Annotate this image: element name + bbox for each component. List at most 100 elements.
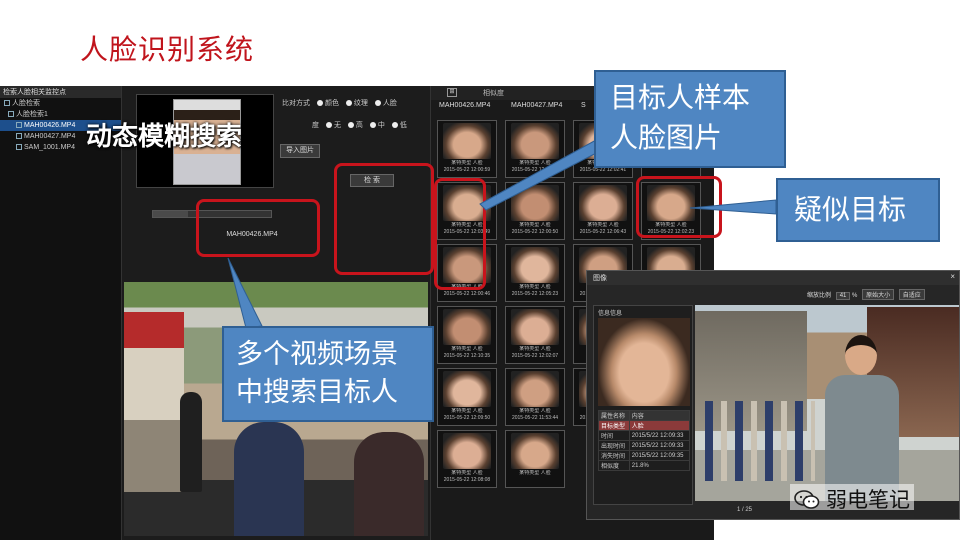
- actual-size-button[interactable]: 原始大小: [862, 289, 895, 300]
- attribute-table: 属性名称 内容 目标类型 人脸 时间 2015/5/22 12:09:33 出现…: [598, 410, 691, 471]
- level-options: 度 无 高 中 低: [312, 120, 407, 130]
- target-person-body: [825, 375, 899, 501]
- thumbnail-face-image: [579, 185, 627, 221]
- thumbnail-timestamp: 2015-05-22 11:53:44: [511, 415, 559, 421]
- checkbox-icon[interactable]: [16, 133, 22, 140]
- wechat-icon: [794, 490, 820, 509]
- import-image-button[interactable]: 导入图片: [280, 144, 320, 158]
- face-thumbnail[interactable]: 某特类型 人脸 2015-05-22 12:08:08: [437, 430, 497, 488]
- thumbnail-timestamp: 2015-05-22 12:00:50: [511, 229, 559, 235]
- watermark: 弱电笔记: [790, 484, 914, 512]
- checkbox-icon[interactable]: [16, 144, 22, 151]
- grid-icon[interactable]: ⊞: [447, 88, 457, 97]
- thumbnail-face-image: [511, 185, 559, 221]
- thumbnail-caption: 某特类型 人脸: [506, 470, 564, 477]
- thumbnail-type-label: 某特类型 人脸: [519, 284, 551, 290]
- callout-target-sample: 目标人样本 人脸图片: [594, 70, 786, 168]
- tree-item-label: 人脸检索: [12, 100, 40, 107]
- tree-item-label: 人脸检索1: [16, 111, 48, 118]
- compare-option-face[interactable]: 人脸: [383, 100, 397, 107]
- highlight-thumbnail-column: [434, 178, 486, 290]
- face-thumbnail[interactable]: 某特类型 人脸 2015-05-22 12:01:25: [505, 120, 565, 178]
- table-cell: 出现时间: [598, 440, 630, 451]
- table-cell: 目标类型: [598, 420, 630, 431]
- thumbnail-face-image: [511, 309, 559, 345]
- tab-video-1[interactable]: MAH00426.MP4: [439, 102, 490, 109]
- callout-multi-video: 多个视频场景 中搜索目标人: [222, 326, 434, 422]
- table-cell: 2015/5/22 12:09:35: [628, 450, 691, 461]
- close-icon[interactable]: ×: [950, 272, 955, 281]
- tree-item-face-search[interactable]: 人脸检索: [0, 98, 121, 109]
- image-viewer-window: 图像 × 缩放比例 41 % 原始大小 自适应 信息信息 属性名称 内容 目标类…: [586, 270, 960, 520]
- face-thumbnail[interactable]: 某特类型 人脸 2015-05-22 12:02:07: [505, 306, 565, 364]
- level-option-low[interactable]: 低: [400, 122, 407, 129]
- level-option-high[interactable]: 高: [356, 122, 363, 129]
- checkbox-icon[interactable]: [16, 122, 22, 129]
- radio-icon[interactable]: [369, 122, 376, 129]
- thumbnail-timestamp: 2015-05-22 12:08:08: [443, 477, 491, 483]
- face-thumbnail[interactable]: 某特类型 人脸 2015-05-22 12:00:59: [437, 120, 497, 178]
- radio-icon[interactable]: [345, 100, 352, 107]
- thumbnail-type-label: 某特类型 人脸: [451, 470, 483, 476]
- popup-video-frame[interactable]: [695, 305, 959, 501]
- table-row: 目标类型 人脸: [598, 420, 691, 431]
- video-street-building: [124, 312, 184, 492]
- tab-video-3[interactable]: S: [581, 102, 586, 109]
- radio-icon[interactable]: [325, 122, 332, 129]
- compare-options: 比对方式 颜色 纹理 人脸: [282, 98, 397, 108]
- face-thumbnail[interactable]: 某特类型 人脸 2015-05-22 12:06:43: [573, 182, 633, 240]
- radio-icon[interactable]: [374, 100, 381, 107]
- thumbnail-type-label: 某特类型 人脸: [519, 408, 551, 414]
- tab-video-2[interactable]: MAH00427.MP4: [511, 102, 562, 109]
- checkbox-icon[interactable]: [4, 100, 10, 107]
- radio-icon[interactable]: [391, 122, 398, 129]
- thumbnail-caption: 某特类型 人脸 2015-05-22 12:02:07: [506, 346, 564, 360]
- face-thumbnail[interactable]: 某特类型 人脸 2015-05-22 11:53:44: [505, 368, 565, 426]
- face-thumbnail[interactable]: 某特类型 人脸: [505, 430, 565, 488]
- popup-title: 图像: [593, 275, 607, 282]
- face-thumbnail[interactable]: 某特类型 人脸 2015-05-22 12:09:50: [437, 368, 497, 426]
- face-thumbnail[interactable]: 某特类型 人脸 2015-05-22 12:05:23: [505, 244, 565, 302]
- thumbnail-face-image: [443, 123, 491, 159]
- table-row: 出现时间 2015/5/22 12:09:33: [598, 440, 691, 451]
- zoom-label: 缩放比例: [807, 293, 832, 299]
- face-thumbnail[interactable]: 某特类型 人脸 2015-05-22 12:10:35: [437, 306, 497, 364]
- level-option-none[interactable]: 无: [334, 122, 341, 129]
- thumbnail-timestamp: 2015-05-22 12:02:41: [579, 167, 627, 173]
- video-target-person: [825, 335, 899, 501]
- callout-suspected-target: 疑似目标: [776, 178, 940, 242]
- zoom-input[interactable]: 41: [835, 292, 851, 300]
- table-row: 消失时间 2015/5/22 12:09:35: [598, 450, 691, 461]
- thumbnail-caption: 某特类型 人脸 2015-05-22 12:00:59: [438, 160, 496, 174]
- radio-icon[interactable]: [347, 122, 354, 129]
- highlight-search-area: [334, 163, 434, 275]
- table-row: 时间 2015/5/22 12:09:33: [598, 430, 691, 441]
- thumbnail-type-label: 某特类型 人脸: [519, 346, 551, 352]
- thumbnail-face-image: [511, 371, 559, 407]
- popup-titlebar: 图像 ×: [587, 271, 959, 285]
- checkbox-icon[interactable]: [8, 111, 14, 118]
- table-cell: 2015/5/22 12:09:33: [628, 440, 691, 451]
- level-option-mid[interactable]: 中: [378, 122, 385, 129]
- thumbnail-type-label: 某特类型 人脸: [451, 160, 483, 166]
- radio-icon[interactable]: [316, 100, 323, 107]
- target-person-head: [845, 335, 877, 375]
- compare-label: 比对方式: [282, 100, 310, 107]
- table-cell: 时间: [598, 430, 630, 441]
- table-row: 相似度 21.8%: [598, 460, 691, 471]
- table-cell: 2015/5/22 12:09:33: [628, 430, 691, 441]
- thumbnail-caption: 某特类型 人脸 2015-05-22 12:10:35: [438, 346, 496, 360]
- compare-option-texture[interactable]: 纹理: [354, 100, 368, 107]
- fit-button[interactable]: 自适应: [898, 289, 925, 300]
- compare-option-color[interactable]: 颜色: [325, 100, 339, 107]
- info-panel: 信息信息 属性名称 内容 目标类型 人脸 时间 2015/5/22 12:09:…: [593, 305, 693, 505]
- tree-item-label: MAH00426.MP4: [24, 122, 76, 129]
- pager[interactable]: 1 / 25: [737, 507, 752, 513]
- similarity-sort-label[interactable]: 相似度: [483, 88, 504, 98]
- thumbnail-timestamp: 2015-05-22 12:06:43: [579, 229, 627, 235]
- face-thumbnail[interactable]: 某特类型 人脸 2015-05-22 12:00:50: [505, 182, 565, 240]
- thumbnail-face-image: [511, 247, 559, 283]
- camera-tree-panel: 检索人脸相关监控点 人脸检索 人脸检索1 MAH00426.MP4 MAH004…: [0, 86, 122, 540]
- highlight-suspected-target: [636, 176, 722, 238]
- search-progress-fill: [153, 211, 189, 217]
